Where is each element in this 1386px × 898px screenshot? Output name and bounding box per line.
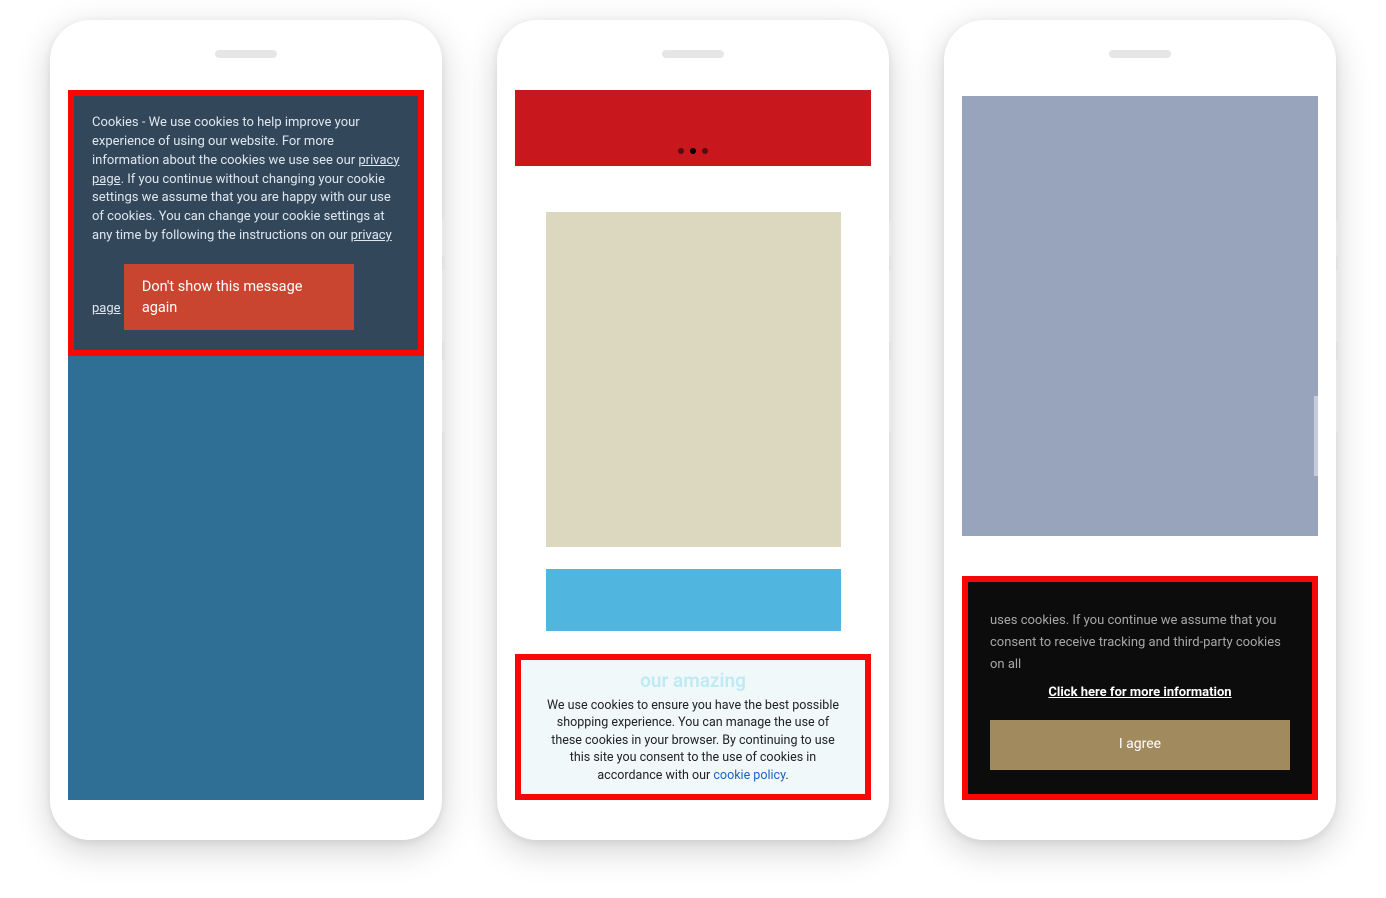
phone-speaker xyxy=(662,50,724,58)
cookie-policy-link[interactable]: cookie policy xyxy=(713,768,785,783)
carousel-dot[interactable] xyxy=(690,148,696,154)
carousel-dots xyxy=(678,148,708,154)
phone-screen: uses cookies. If you continue we assume … xyxy=(962,90,1318,800)
more-information-link[interactable]: Click here for more information xyxy=(990,682,1290,704)
page-body-placeholder xyxy=(68,356,424,800)
phone-mockup-2: our amazing We use cookies to ensure you… xyxy=(497,20,889,840)
phone-speaker xyxy=(215,50,277,58)
cookie-banner-text: uses cookies. If you continue we assume … xyxy=(990,610,1290,676)
carousel-dot[interactable] xyxy=(678,148,684,154)
cookie-banner-text: Cookies - We use cookies to help improve… xyxy=(92,115,360,168)
cookie-banner-text: . If you continue without changing your … xyxy=(92,172,391,244)
cookie-banner-text: . xyxy=(785,768,788,783)
dismiss-cookie-button[interactable]: Don't show this message again xyxy=(124,264,354,330)
agree-button[interactable]: I agree xyxy=(990,720,1290,770)
phone-mockup-1: Cookies - We use cookies to help improve… xyxy=(50,20,442,840)
phone-screen: Cookies - We use cookies to help improve… xyxy=(68,90,424,800)
phone-screen: our amazing We use cookies to ensure you… xyxy=(515,90,871,800)
cookie-banner-text: We use cookies to ensure you have the be… xyxy=(547,698,839,783)
cookie-banner: Cookies - We use cookies to help improve… xyxy=(68,90,424,356)
phone-side-button xyxy=(442,220,445,256)
phone-side-button xyxy=(889,270,892,342)
phone-speaker xyxy=(1109,50,1171,58)
phone-side-button xyxy=(889,220,892,256)
content-block-placeholder xyxy=(546,212,841,547)
content-block-placeholder xyxy=(546,569,841,631)
cookie-banner: uses cookies. If you continue we assume … xyxy=(962,576,1318,800)
phone-side-button xyxy=(1336,270,1339,342)
phone-side-button xyxy=(1336,220,1339,256)
phone-mockup-3: uses cookies. If you continue we assume … xyxy=(944,20,1336,840)
phone-side-button xyxy=(889,360,892,432)
background-text: our amazing xyxy=(543,668,843,695)
phone-side-button xyxy=(442,360,445,432)
phone-side-button xyxy=(442,270,445,342)
cookie-banner: our amazing We use cookies to ensure you… xyxy=(515,654,871,800)
page-body-placeholder xyxy=(962,96,1318,536)
carousel-dot[interactable] xyxy=(702,148,708,154)
page-header-placeholder xyxy=(515,90,871,172)
phone-side-button xyxy=(1336,360,1339,432)
